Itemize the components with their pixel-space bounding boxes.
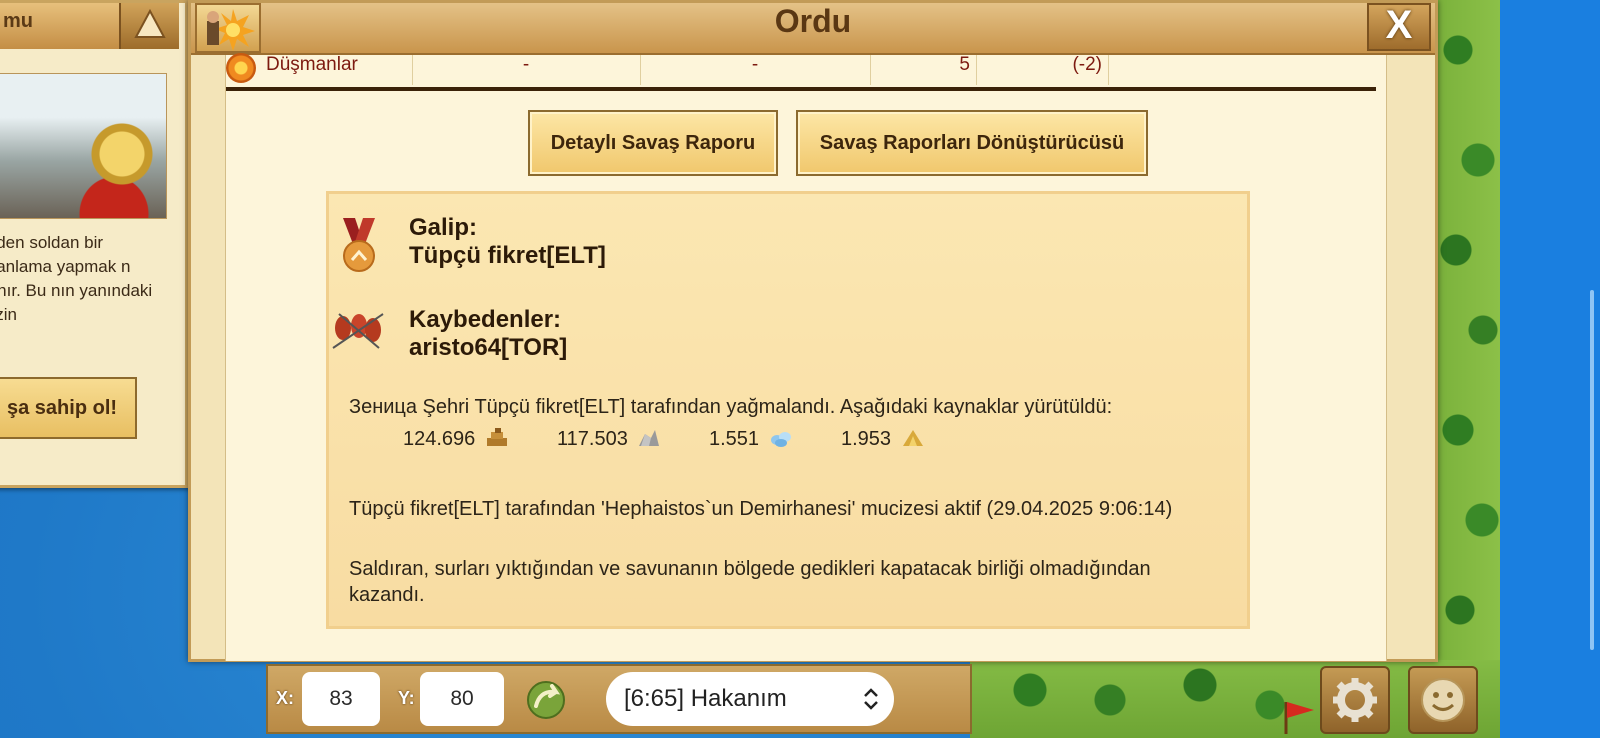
enemies-col-2: - — [640, 55, 871, 85]
screen-edge — [1500, 0, 1600, 738]
page-scrollbar[interactable] — [1590, 290, 1594, 650]
close-button[interactable]: X — [1367, 3, 1431, 51]
collapse-button[interactable] — [119, 3, 179, 49]
window-title: Ordu — [774, 3, 852, 39]
enemy-icon — [226, 53, 256, 83]
resource-silver: 1.551 — [709, 428, 793, 451]
jump-to-icon[interactable] — [526, 680, 566, 720]
x-label: X: — [276, 688, 294, 708]
enemies-col-1: - — [412, 55, 641, 85]
losers-label: Kaybedenler: — [409, 306, 562, 333]
quest-panel: mu niden soldan bir planlama yapmak n ta… — [0, 0, 188, 488]
smiley-icon — [1421, 678, 1465, 722]
result-text: Saldıran, surları yıktığından ve savunan… — [349, 558, 1151, 606]
town-selector-value: [6:65] Hakanım — [624, 685, 787, 712]
enemies-row: Düşmanlar - - 5 (-2) — [226, 53, 1376, 91]
resource-stone: 117.503 — [557, 428, 661, 451]
defeated-soldiers-icon — [332, 313, 384, 349]
wonder-text: Tüpçü fikret[ELT] tarafından 'Hephaistos… — [349, 498, 1173, 520]
resource-wood: 124.696 — [403, 428, 509, 451]
window-title-bar: Ordu X — [191, 3, 1435, 55]
y-coordinate-input[interactable] — [420, 672, 504, 726]
winner-label: Galip: — [409, 214, 478, 241]
plunder-text: Зеница Şehri Tüpçü fikret[ELT] tarafında… — [349, 396, 1113, 418]
medal-icon — [343, 218, 375, 272]
flag-icon — [1284, 702, 1314, 734]
silver-coins-icon — [770, 432, 791, 447]
wood-icon — [486, 428, 507, 446]
army-window: Ordu X Düşmanlar - - 5 (-2) Detaylı Sava… — [188, 0, 1438, 662]
loser-name: aristo64[TOR] — [409, 334, 568, 361]
quest-description: niden soldan bir planlama yapmak n tanır… — [0, 233, 153, 324]
profile-button[interactable] — [1408, 666, 1478, 734]
resource-favor: 1.953 — [841, 428, 925, 451]
enemies-label: Düşmanlar — [266, 55, 413, 85]
quest-title: mu — [0, 3, 133, 49]
window-content: Düşmanlar - - 5 (-2) Detaylı Savaş Rapor… — [225, 53, 1387, 661]
y-label: Y: — [398, 688, 415, 708]
close-icon: X — [1385, 3, 1413, 47]
favor-icon — [902, 430, 923, 446]
x-coordinate-input[interactable] — [302, 672, 380, 726]
coordinate-bar: X: Y: [6:65] Hakanım — [266, 664, 972, 734]
enemies-col-3: 5 — [870, 55, 977, 85]
enemies-col-4: (-2) — [976, 55, 1109, 85]
chevron-up-down-icon — [864, 688, 878, 710]
island-terrain — [1438, 0, 1500, 738]
resource-silver-value: 1.551 — [709, 428, 760, 450]
stone-icon — [639, 430, 660, 446]
triangle-up-icon — [134, 8, 166, 38]
town-selector[interactable]: [6:65] Hakanım — [606, 672, 894, 726]
detailed-report-button[interactable]: Detaylı Savaş Raporu — [528, 110, 778, 176]
gear-icon — [1333, 678, 1377, 722]
report-converter-button[interactable]: Savaş Raporları Dönüştürücüsü — [796, 110, 1148, 176]
resource-favor-value: 1.953 — [841, 428, 892, 450]
quest-action-button[interactable]: şa sahip ol! — [0, 377, 137, 439]
battle-report: Galip: Tüpçü fikret[ELT] Kaybedenler: ar… — [326, 191, 1250, 629]
quest-illustration — [0, 73, 167, 219]
resource-stone-value: 117.503 — [557, 428, 628, 450]
settings-button[interactable] — [1320, 666, 1390, 734]
winner-name: Tüpçü fikret[ELT] — [409, 242, 606, 269]
battle-icon — [195, 3, 261, 53]
resource-wood-value: 124.696 — [403, 428, 476, 450]
